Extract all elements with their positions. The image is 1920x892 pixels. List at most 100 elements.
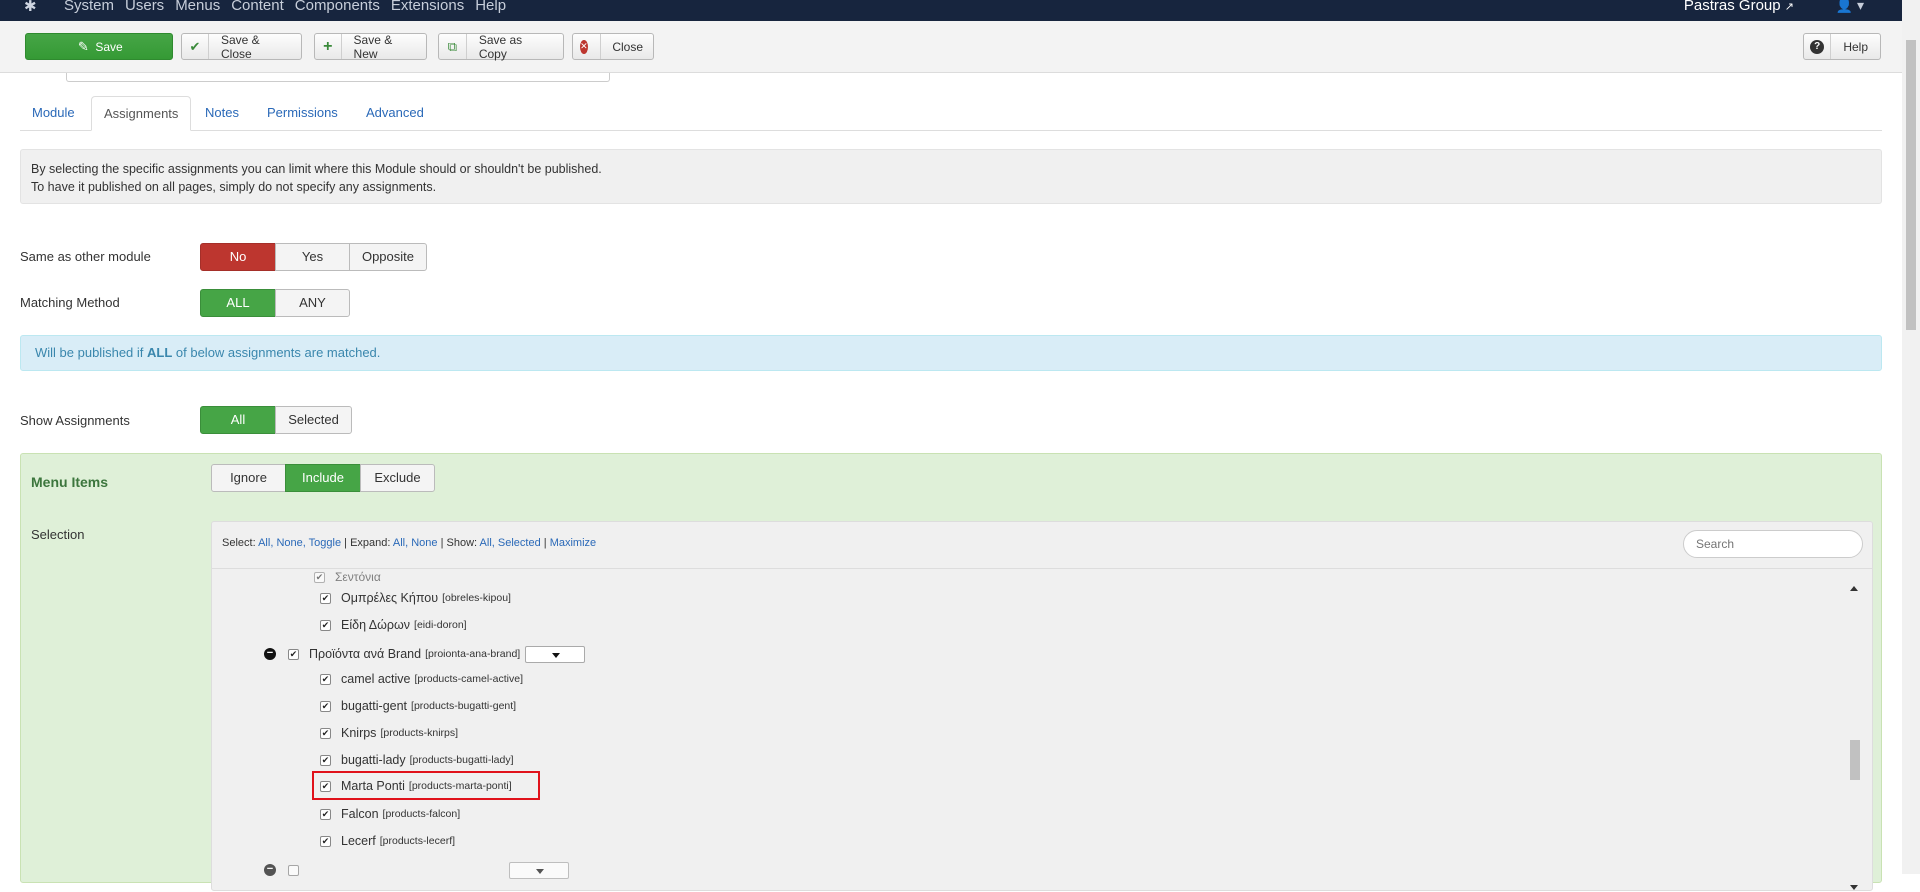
checkbox-icon[interactable]: ✔: [320, 754, 331, 766]
edit-icon: ✎: [77, 38, 89, 54]
checkbox-icon[interactable]: ✔: [320, 808, 331, 820]
item-title: bugatti-gent: [341, 699, 408, 713]
matching-method-group: ALL ANY: [200, 289, 350, 317]
show-label: Show:: [446, 537, 478, 549]
tab-notes[interactable]: Notes: [193, 96, 251, 131]
select-toggle-link[interactable]: Toggle: [309, 537, 341, 549]
info-line-1: By selecting the specific assignments yo…: [31, 162, 602, 176]
same-as-other-group: No Yes Opposite: [200, 243, 427, 271]
assignments-info: By selecting the specific assignments yo…: [20, 149, 1882, 204]
plus-icon: +: [315, 34, 342, 59]
matching-method-all[interactable]: ALL: [200, 289, 276, 317]
menu-menus[interactable]: Menus: [175, 0, 231, 14]
menu-system[interactable]: System: [64, 0, 125, 14]
same-as-other-no[interactable]: No: [200, 243, 276, 271]
save-copy-label: Save as Copy: [478, 32, 523, 61]
save-button-label: Save: [95, 39, 123, 54]
tab-assignments[interactable]: Assignments: [91, 96, 192, 131]
collapse-icon[interactable]: −: [264, 648, 276, 660]
tab-permissions[interactable]: Permissions: [255, 96, 350, 131]
tree-row[interactable]: ✔ bugatti-gent [products-bugatti-gent]: [320, 695, 516, 717]
show-all-link[interactable]: All,: [480, 537, 495, 549]
save-new-button[interactable]: + Save & New: [314, 32, 427, 61]
close-icon: ✕: [580, 39, 588, 54]
tree-row-parent[interactable]: − ✔ Προϊόντα ανά Brand [proionta-ana-bra…: [264, 643, 586, 665]
tree-row-cut: −: [264, 859, 569, 881]
show-assignments-selected[interactable]: Selected: [275, 406, 352, 434]
save-button[interactable]: ✎ Save: [25, 33, 173, 60]
item-title: Marta Ponti: [341, 779, 405, 793]
info-line-2: To have it published on all pages, simpl…: [31, 180, 437, 194]
tree-row[interactable]: ✔ camel active [products-camel-active]: [320, 668, 523, 690]
checkbox-icon[interactable]: ✔: [288, 648, 299, 660]
menu-content[interactable]: Content: [231, 0, 295, 14]
item-alias: [eidi-doron]: [414, 619, 467, 631]
expand-none-link[interactable]: None: [411, 537, 437, 549]
item-title: camel active: [341, 672, 411, 686]
collapse-icon: −: [264, 864, 276, 876]
expand-label: Expand:: [350, 537, 391, 549]
tree-row[interactable]: ✔ bugatti-lady [products-bugatti-lady]: [320, 749, 514, 771]
show-assignments-group: All Selected: [200, 406, 352, 434]
tree-controls: Select: All, None, Toggle | Expand: All,…: [222, 537, 597, 549]
title-input-edge[interactable]: [66, 73, 610, 82]
tree-search-input[interactable]: [1683, 530, 1863, 558]
select-label: Select:: [222, 537, 256, 549]
tree-row[interactable]: ✔ Falcon [products-falcon]: [320, 803, 460, 825]
maximize-link[interactable]: Maximize: [550, 537, 596, 549]
copy-icon: ⧉: [439, 34, 467, 59]
menu-users[interactable]: Users: [125, 0, 175, 14]
menu-extensions[interactable]: Extensions: [391, 0, 475, 14]
checkbox-icon[interactable]: ✔: [320, 673, 331, 685]
scroll-down-icon[interactable]: [1850, 885, 1858, 890]
site-link[interactable]: Pastras Group ↗: [1684, 0, 1794, 14]
same-as-other-yes[interactable]: Yes: [275, 243, 350, 271]
tab-advanced[interactable]: Advanced: [354, 96, 436, 131]
menu-items-exclude[interactable]: Exclude: [360, 464, 435, 492]
menu-items-include[interactable]: Include: [285, 464, 361, 492]
user-menu[interactable]: 👤 ▾: [1836, 0, 1864, 14]
checkbox-icon[interactable]: ✔: [320, 780, 331, 792]
menu-items-ignore[interactable]: Ignore: [211, 464, 286, 492]
tree-toolbar: Select: All, None, Toggle | Expand: All,…: [212, 522, 1872, 569]
show-assignments-all[interactable]: All: [200, 406, 276, 434]
menu-help[interactable]: Help: [475, 0, 517, 14]
save-new-label: Save & New: [353, 32, 393, 61]
same-as-other-opposite[interactable]: Opposite: [349, 243, 427, 271]
select-none-link[interactable]: None,: [276, 537, 305, 549]
tree-scrollbar-thumb[interactable]: [1850, 740, 1860, 780]
children-select-dropdown: [509, 861, 569, 879]
item-alias: [products-bugatti-gent]: [411, 700, 517, 712]
joomla-logo-icon[interactable]: ✱: [24, 0, 42, 16]
menu-components[interactable]: Components: [295, 0, 391, 14]
page-scrollbar-thumb[interactable]: [1906, 40, 1916, 330]
menu-items-mode-group: Ignore Include Exclude: [211, 464, 435, 492]
tab-module[interactable]: Module: [20, 96, 87, 131]
save-close-button[interactable]: ✔ Save & Close: [181, 33, 302, 61]
show-selected-link[interactable]: Selected: [498, 537, 541, 549]
scroll-up-icon[interactable]: [1850, 586, 1858, 591]
matching-method-any[interactable]: ANY: [275, 289, 350, 317]
checkbox-icon[interactable]: ✔: [320, 592, 331, 604]
tree-row[interactable]: ✔ Είδη Δώρων [eidi-doron]: [320, 614, 467, 636]
checkbox-icon[interactable]: ✔: [314, 571, 325, 583]
close-button[interactable]: ✕ Close: [572, 33, 654, 60]
save-copy-button[interactable]: ⧉ Save as Copy: [438, 32, 564, 61]
user-icon: 👤: [1835, 0, 1854, 13]
close-label: Close: [612, 39, 643, 54]
tree-row[interactable]: ✔ Ομπρέλες Κήπου [obreles-kipou]: [320, 587, 511, 609]
checkbox-icon[interactable]: ✔: [320, 700, 331, 712]
checkbox-icon[interactable]: ✔: [320, 619, 331, 631]
tree-row[interactable]: ✔ Knirps [products-knirps]: [320, 722, 458, 744]
tree-row[interactable]: ✔ Lecerf [products-lecerf]: [320, 830, 455, 852]
checkbox-icon[interactable]: ✔: [320, 835, 331, 847]
select-all-link[interactable]: All,: [258, 537, 273, 549]
item-title: Είδη Δώρων: [341, 618, 411, 632]
page-scrollbar[interactable]: [1902, 0, 1920, 874]
tree-row-highlighted[interactable]: ✔ Marta Ponti [products-marta-ponti]: [320, 775, 512, 797]
help-button[interactable]: ? Help: [1803, 33, 1881, 60]
children-select-dropdown[interactable]: [525, 645, 586, 663]
show-assignments-label: Show Assignments: [20, 413, 130, 428]
checkbox-icon[interactable]: ✔: [320, 727, 331, 739]
expand-all-link[interactable]: All,: [393, 537, 408, 549]
